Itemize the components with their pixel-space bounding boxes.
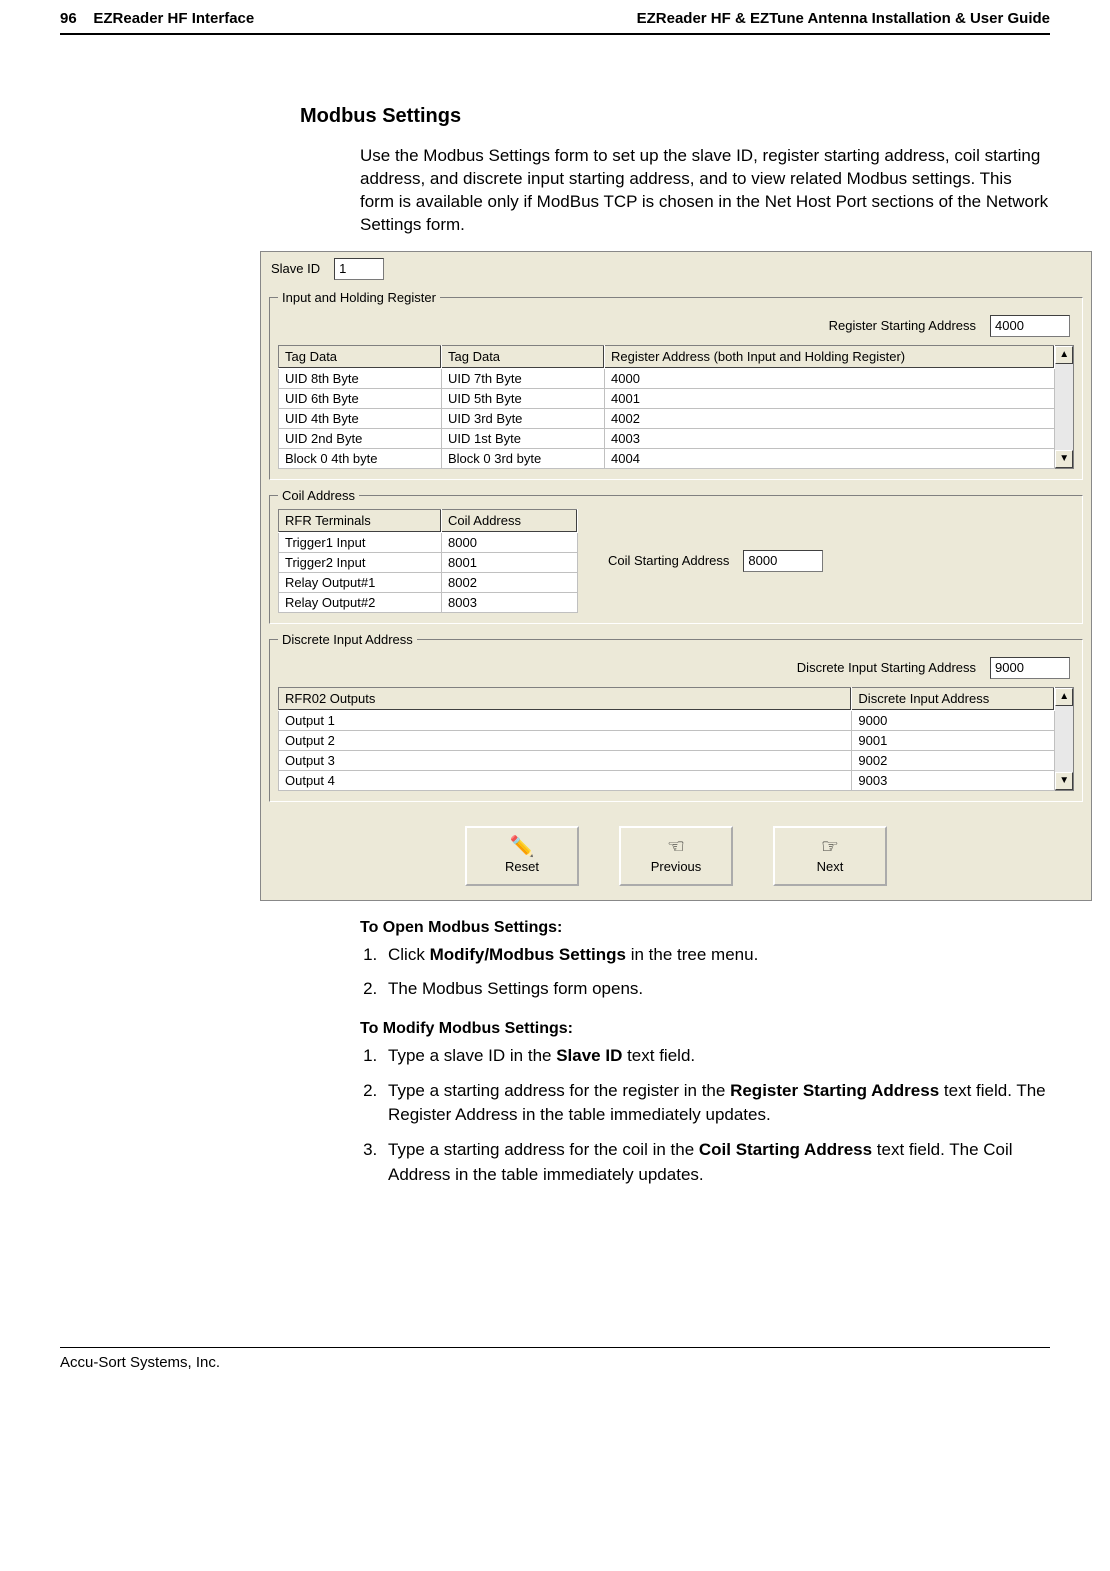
register-start-input[interactable] xyxy=(990,315,1070,337)
open-heading: To Open Modbus Settings: xyxy=(360,919,1050,937)
discrete-th-1[interactable]: Discrete Input Address xyxy=(852,687,1055,710)
discrete-groupbox: Discrete Input Address Discrete Input St… xyxy=(269,632,1083,802)
coil-th-0[interactable]: RFR Terminals xyxy=(279,509,442,532)
register-legend: Input and Holding Register xyxy=(278,290,440,305)
section-title: Modbus Settings xyxy=(300,105,1050,128)
table-row: Block 0 4th byteBlock 0 3rd byte4004 xyxy=(279,448,1055,468)
next-button[interactable]: ☞ Next xyxy=(773,826,887,886)
list-item: Type a starting address for the coil in … xyxy=(382,1138,1050,1187)
previous-button[interactable]: ☜ Previous xyxy=(619,826,733,886)
discrete-th-0[interactable]: RFR02 Outputs xyxy=(279,687,852,710)
coil-legend: Coil Address xyxy=(278,488,359,503)
table-row: Output 49003 xyxy=(279,770,1055,790)
coil-groupbox: Coil Address RFR Terminals Coil Address … xyxy=(269,488,1083,624)
discrete-scrollbar[interactable]: ▲ ▼ xyxy=(1055,687,1074,791)
slave-id-label: Slave ID xyxy=(271,261,320,276)
coil-th-1[interactable]: Coil Address xyxy=(442,509,578,532)
table-row: Relay Output#18002 xyxy=(279,572,578,592)
table-row: UID 8th ByteUID 7th Byte4000 xyxy=(279,368,1055,388)
modify-heading: To Modify Modbus Settings: xyxy=(360,1020,1050,1038)
coil-table: RFR Terminals Coil Address Trigger1 Inpu… xyxy=(278,509,578,613)
register-th-2[interactable]: Register Address (both Input and Holding… xyxy=(605,345,1055,368)
page-number: 96 xyxy=(60,10,77,27)
scroll-down-icon[interactable]: ▼ xyxy=(1055,450,1073,468)
register-scrollbar[interactable]: ▲ ▼ xyxy=(1055,345,1074,469)
header-right: EZReader HF & EZTune Antenna Installatio… xyxy=(637,10,1050,27)
coil-start-label: Coil Starting Address xyxy=(608,553,729,568)
scroll-up-icon[interactable]: ▲ xyxy=(1055,346,1073,364)
discrete-start-input[interactable] xyxy=(990,657,1070,679)
reset-button[interactable]: ✏️ Reset xyxy=(465,826,579,886)
list-item: Type a starting address for the register… xyxy=(382,1079,1050,1128)
previous-label: Previous xyxy=(651,859,702,874)
next-label: Next xyxy=(817,859,844,874)
table-row: UID 6th ByteUID 5th Byte4001 xyxy=(279,388,1055,408)
list-item: Click Modify/Modbus Settings in the tree… xyxy=(382,943,1050,968)
table-row: Relay Output#28003 xyxy=(279,592,578,612)
slave-id-input[interactable] xyxy=(334,258,384,280)
table-row: Output 19000 xyxy=(279,710,1055,730)
discrete-table: RFR02 Outputs Discrete Input Address Out… xyxy=(278,687,1055,791)
table-row: Trigger2 Input8001 xyxy=(279,552,578,572)
register-table: Tag Data Tag Data Register Address (both… xyxy=(278,345,1055,469)
footer: Accu-Sort Systems, Inc. xyxy=(60,1347,1050,1371)
list-item: Type a slave ID in the Slave ID text fie… xyxy=(382,1044,1050,1069)
pencil-eraser-icon: ✏️ xyxy=(510,837,535,857)
table-row: Output 39002 xyxy=(279,750,1055,770)
register-start-label: Register Starting Address xyxy=(829,318,976,333)
coil-start-input[interactable] xyxy=(743,550,823,572)
table-row: Trigger1 Input8000 xyxy=(279,532,578,552)
reset-label: Reset xyxy=(505,859,539,874)
discrete-legend: Discrete Input Address xyxy=(278,632,417,647)
scroll-up-icon[interactable]: ▲ xyxy=(1055,688,1073,706)
modify-steps: Type a slave ID in the Slave ID text fie… xyxy=(360,1044,1050,1187)
register-th-1[interactable]: Tag Data xyxy=(442,345,605,368)
hand-right-icon: ☞ xyxy=(821,837,839,857)
footer-text: Accu-Sort Systems, Inc. xyxy=(60,1354,220,1371)
scroll-down-icon[interactable]: ▼ xyxy=(1055,772,1073,790)
hand-left-icon: ☜ xyxy=(667,837,685,857)
header-left: EZReader HF Interface xyxy=(93,10,254,27)
table-row: UID 2nd ByteUID 1st Byte4003 xyxy=(279,428,1055,448)
intro-paragraph: Use the Modbus Settings form to set up t… xyxy=(360,145,1050,237)
discrete-start-label: Discrete Input Starting Address xyxy=(797,660,976,675)
open-steps: Click Modify/Modbus Settings in the tree… xyxy=(360,943,1050,1002)
register-groupbox: Input and Holding Register Register Star… xyxy=(269,290,1083,480)
modbus-settings-form: Slave ID Input and Holding Register Regi… xyxy=(260,251,1092,901)
page-header: 96 EZReader HF Interface EZReader HF & E… xyxy=(60,10,1050,33)
register-th-0[interactable]: Tag Data xyxy=(279,345,442,368)
table-row: UID 4th ByteUID 3rd Byte4002 xyxy=(279,408,1055,428)
table-row: Output 29001 xyxy=(279,730,1055,750)
list-item: The Modbus Settings form opens. xyxy=(382,977,1050,1002)
